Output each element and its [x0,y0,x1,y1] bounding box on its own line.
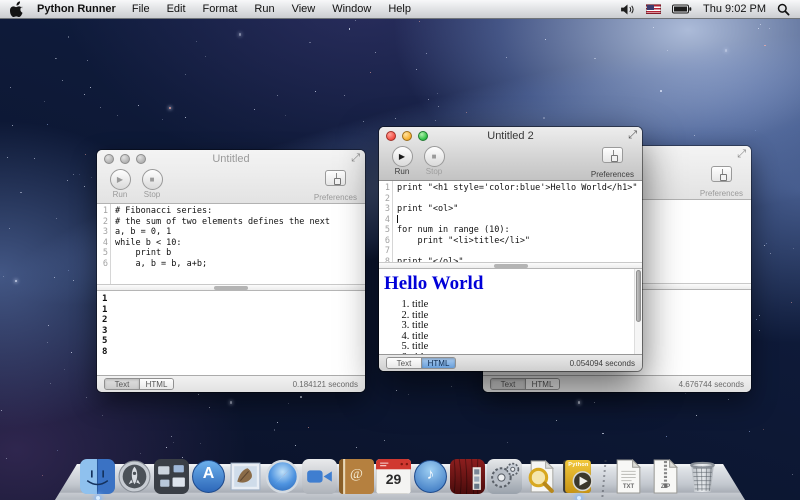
source-code[interactable]: # Fibonacci series:# the sum of two elem… [111,204,365,284]
text-html-toggle: Text HTML [386,357,456,369]
status-bar: Text HTML 0.184121 seconds [97,375,365,392]
dock-icon-launchpad[interactable] [117,459,152,494]
window-title: Untitled [212,153,249,165]
line-numbers: 123456 [97,204,111,284]
play-icon: ▶ [392,146,413,167]
dock-icon-search-document[interactable] [524,459,559,494]
fullscreen-icon[interactable]: ⤢ [628,127,637,144]
tab-html[interactable]: HTML [421,358,455,368]
spotlight-icon[interactable] [777,3,790,16]
text-html-toggle: Text HTML [490,378,560,390]
close-button[interactable] [386,131,396,141]
fullscreen-icon[interactable]: ⤢ [351,150,360,167]
horizontal-scrollbar[interactable] [379,262,642,269]
menu-clock[interactable]: Thu 9:02 PM [703,3,766,15]
window-title: Untitled 2 [487,130,533,142]
stop-icon: ■ [142,169,163,190]
dock-icon-txt-document[interactable]: TXT [611,459,646,494]
close-button[interactable] [104,154,114,164]
preferences-button[interactable]: Preferences [700,164,743,201]
run-button[interactable]: ▶ Run [387,145,417,176]
text-html-toggle: Text HTML [104,378,174,390]
menu-view[interactable]: View [292,3,316,15]
battery-icon[interactable] [672,4,692,14]
stop-button[interactable]: ■ Stop [137,168,167,199]
dock-icon-mail[interactable] [228,459,263,494]
output-pane[interactable]: 112358 [97,291,365,375]
menu-edit[interactable]: Edit [167,3,186,15]
dock-icon-system-preferences[interactable] [487,459,522,494]
running-indicator [577,496,581,500]
menu-help[interactable]: Help [388,3,411,15]
window-untitled-2[interactable]: Untitled 2 ⤢ ▶ Run ■ Stop Preferences 12 [379,127,642,371]
fullscreen-icon[interactable]: ⤢ [737,146,746,163]
run-timing: 0.054094 seconds [570,359,635,368]
dock-icon-safari[interactable] [265,459,300,494]
run-timing: 0.184121 seconds [293,380,358,389]
desktop: Python Runner File Edit Format Run View Windo… [0,0,800,500]
tab-html[interactable]: HTML [525,379,559,389]
dock-icon-finder[interactable] [80,459,115,494]
zoom-button[interactable] [418,131,428,141]
tab-text[interactable]: Text [491,379,525,389]
minimize-button[interactable] [120,154,130,164]
dock: A @29♪ Python TXTZIP [59,453,741,500]
code-editor[interactable]: 123456 # Fibonacci series:# the sum of t… [97,204,365,284]
dock-icon-contacts[interactable]: @ [339,459,374,494]
apple-menu-icon[interactable] [10,2,23,17]
menu-format[interactable]: Format [203,3,238,15]
titlebar[interactable]: Untitled 2 ⤢ [379,127,642,144]
vertical-scrollbar[interactable] [636,270,642,322]
toolbar: ▶ Run ■ Stop Preferences [97,167,365,203]
menu-file[interactable]: File [132,3,150,15]
scrollbar-track[interactable] [634,269,642,354]
slider-icon [602,147,623,163]
input-language-flag-icon[interactable] [646,4,661,14]
output-pane[interactable]: Hello World titletitletitletitletitletit… [379,269,642,354]
stop-icon: ■ [424,146,445,167]
volume-icon[interactable] [620,4,635,15]
tab-text[interactable]: Text [387,358,421,368]
stop-button[interactable]: ■ Stop [419,145,449,176]
titlebar[interactable]: Untitled ⤢ [97,150,365,167]
preferences-button[interactable]: Preferences [591,145,634,182]
run-timing: 4.676744 seconds [679,380,744,389]
menu-bar: Python Runner File Edit Format Run View Windo… [0,0,800,19]
tab-html[interactable]: HTML [139,379,173,389]
dock-icon-zip-document[interactable]: ZIP [648,459,683,494]
preferences-button[interactable]: Preferences [314,168,357,205]
code-editor[interactable]: 12345678 print "<h1 style='color:blue'>H… [379,181,642,262]
menu-window[interactable]: Window [332,3,371,15]
run-button[interactable]: ▶ Run [105,168,135,199]
zoom-button[interactable] [136,154,146,164]
output-heading: Hello World [384,273,642,295]
line-numbers: 12345678 [379,181,393,262]
window-untitled[interactable]: Untitled ⤢ ▶ Run ■ Stop Preferences 1234 [97,150,365,392]
dock-icon-calendar[interactable]: 29 [376,459,411,494]
dock-icon-photo-booth[interactable] [450,459,485,494]
dock-icon-itunes[interactable]: ♪ [413,459,448,494]
running-indicator [96,496,100,500]
status-bar: Text HTML 4.676744 seconds [483,375,751,392]
dock-icon-python-runner[interactable]: Python [561,459,596,494]
toolbar: ▶ Run ■ Stop Preferences [379,144,642,180]
tab-text[interactable]: Text [105,379,139,389]
slider-icon [325,170,346,186]
play-icon: ▶ [110,169,131,190]
slider-icon [711,166,732,182]
dock-icon-trash[interactable] [685,459,720,494]
status-bar: Text HTML 0.054094 seconds [379,354,642,371]
menu-items: File Edit Format Run View Window Help [132,3,411,15]
dock-icon-mission-control[interactable] [154,459,189,494]
horizontal-scrollbar[interactable] [97,284,365,291]
output-ordered-list: titletitletitletitletitletitle [379,300,642,354]
dock-divider [598,459,609,494]
app-menu-title[interactable]: Python Runner [37,3,116,15]
minimize-button[interactable] [402,131,412,141]
menu-run[interactable]: Run [254,3,274,15]
source-code[interactable]: print "<h1 style='color:blue'>Hello Worl… [393,181,642,262]
dock-icon-facetime[interactable] [302,459,337,494]
dock-icon-app-store[interactable]: A [191,459,226,494]
